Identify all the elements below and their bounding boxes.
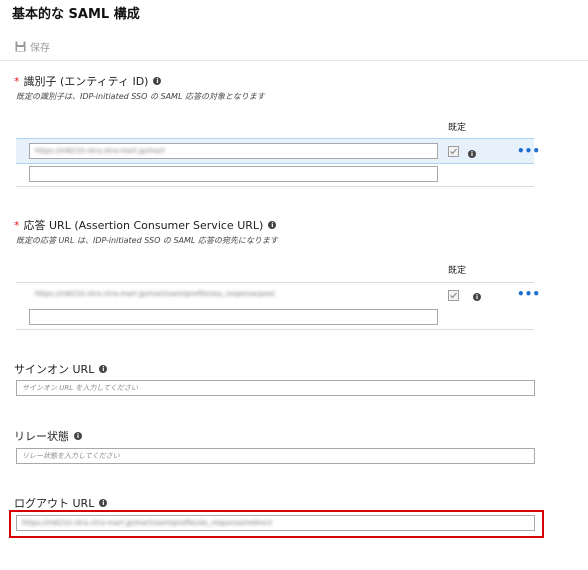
- identifier-default-header: 既定: [448, 123, 467, 133]
- checkmark-icon: [450, 148, 457, 155]
- divider: [16, 282, 534, 283]
- identifier-input-new[interactable]: [29, 166, 438, 182]
- relay-state-label-row: リレー状態 i: [14, 428, 82, 444]
- divider: [16, 186, 534, 187]
- required-mark: *: [14, 218, 20, 232]
- relay-state-input[interactable]: リレー状態を入力してください: [16, 448, 535, 464]
- more-options-button[interactable]: •••: [517, 145, 540, 157]
- divider: [16, 329, 534, 330]
- identifier-input-1[interactable]: https://m8210.ntra.ntra-mart.jp/mart: [29, 143, 438, 159]
- relay-state-label: リレー状態: [14, 430, 69, 443]
- save-button[interactable]: 保存: [15, 39, 50, 54]
- reply-url-input-new[interactable]: [29, 309, 438, 325]
- page-title: 基本的な SAML 構成: [12, 7, 140, 22]
- checkmark-icon: [450, 292, 457, 299]
- logout-url-label-row: ログアウト URL i: [14, 495, 108, 511]
- more-options-button[interactable]: •••: [517, 288, 540, 300]
- info-icon[interactable]: i: [473, 293, 481, 301]
- identifier-value: https://m8210.ntra.ntra-mart.jp/mart: [35, 147, 165, 155]
- relay-state-placeholder: リレー状態を入力してください: [22, 452, 120, 460]
- logout-url-input[interactable]: https://m8210.ntra.ntra-mart.jp/mart/sam…: [16, 515, 535, 531]
- logout-url-value: https://m8210.ntra.ntra-mart.jp/mart/sam…: [22, 519, 273, 527]
- save-icon: [15, 41, 26, 52]
- reply-url-label-row: * 応答 URL (Assertion Consumer Service URL…: [14, 217, 277, 233]
- reply-url-value: https://m8210.ntra.ntra-mart.jp/mart/sam…: [35, 290, 276, 298]
- info-icon[interactable]: i: [99, 499, 108, 507]
- reply-url-default-checkbox[interactable]: [448, 290, 459, 301]
- required-mark: *: [14, 74, 20, 88]
- save-button-label: 保存: [30, 43, 50, 54]
- sign-on-url-label: サインオン URL: [14, 363, 95, 376]
- sign-on-url-placeholder: サインオン URL を入力してください: [22, 384, 138, 392]
- identifier-default-checkbox[interactable]: [448, 146, 459, 157]
- reply-url-default-header: 既定: [448, 266, 467, 276]
- logout-url-label: ログアウト URL: [14, 497, 95, 510]
- identifier-label-row: * 識別子 (エンティティ ID) i: [14, 73, 162, 89]
- info-icon[interactable]: i: [468, 150, 476, 158]
- reply-url-description: 既定の応答 URL は、IDP-initiated SSO の SAML 応答の…: [16, 236, 278, 245]
- reply-url-label: 応答 URL (Assertion Consumer Service URL): [23, 219, 264, 232]
- info-icon[interactable]: i: [268, 221, 277, 229]
- info-icon[interactable]: i: [74, 432, 82, 440]
- info-icon[interactable]: i: [153, 77, 162, 85]
- info-icon[interactable]: i: [99, 365, 108, 373]
- sign-on-url-label-row: サインオン URL i: [14, 361, 108, 377]
- sign-on-url-input[interactable]: サインオン URL を入力してください: [16, 380, 535, 396]
- identifier-label: 識別子 (エンティティ ID): [23, 75, 149, 88]
- identifier-description: 既定の識別子は、IDP-initiated SSO の SAML 応答の対象とな…: [16, 92, 265, 101]
- reply-url-input-1[interactable]: https://m8210.ntra.ntra-mart.jp/mart/sam…: [29, 286, 438, 302]
- blade-header: 基本的な SAML 構成 保存: [0, 0, 588, 61]
